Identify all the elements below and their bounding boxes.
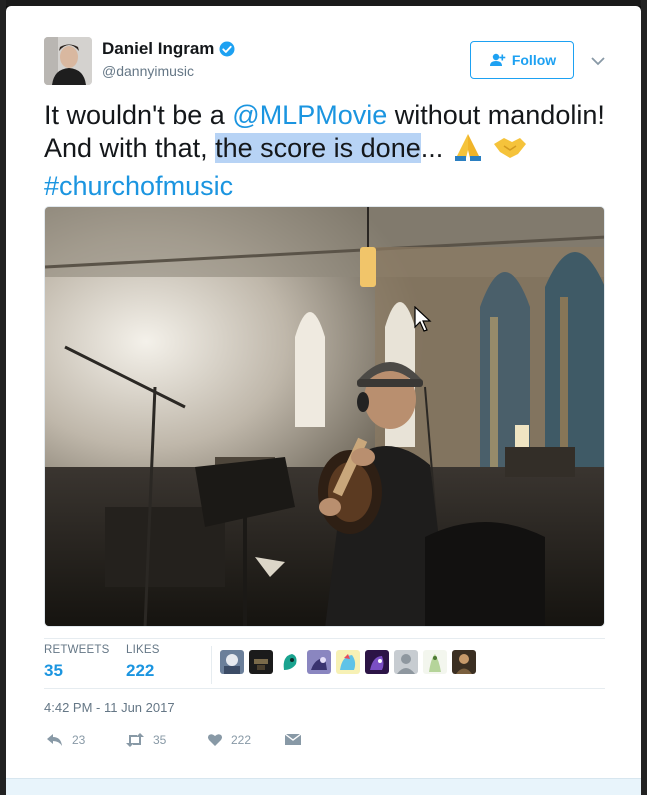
divider (44, 638, 605, 639)
retweets-count[interactable]: 35 (44, 661, 63, 681)
tweet-text: It wouldn't be a @MLPMovie without mando… (44, 99, 614, 203)
retweet-icon (126, 733, 144, 747)
likes-label: LIKES (126, 644, 160, 656)
envelope-icon (285, 733, 301, 745)
stats-separator (211, 646, 212, 684)
heart-icon (208, 734, 222, 746)
tweet-text-part-3: ... (420, 133, 451, 163)
liker-avatar[interactable] (365, 650, 389, 674)
like-count: 222 (231, 733, 252, 747)
folded-hands-icon (451, 132, 485, 170)
follow-button[interactable]: Follow (470, 41, 574, 79)
verified-badge-icon (219, 41, 235, 57)
likes-count[interactable]: 222 (126, 661, 154, 681)
liker-avatar[interactable] (394, 650, 418, 674)
liker-avatar[interactable] (336, 650, 360, 674)
follow-button-label: Follow (511, 52, 557, 68)
divider (44, 688, 605, 689)
background-edge-right (641, 0, 647, 795)
tweet-timestamp[interactable]: 4:42 PM - 11 Jun 2017 (44, 700, 175, 715)
liker-avatars (220, 650, 476, 674)
liker-avatar[interactable] (249, 650, 273, 674)
tweet-photo[interactable] (44, 206, 605, 627)
tweet-card: Daniel Ingram @dannyimusic Follow It wou… (6, 6, 641, 795)
chevron-down-icon[interactable] (591, 56, 605, 66)
liker-avatar[interactable] (220, 650, 244, 674)
liker-avatar[interactable] (307, 650, 331, 674)
liker-avatar[interactable] (278, 650, 302, 674)
author-handle[interactable]: @dannyimusic (102, 63, 194, 79)
like-button[interactable]: 222 (207, 733, 251, 747)
mouse-cursor-icon (414, 306, 432, 332)
hashtag-link[interactable]: #churchofmusic (44, 171, 233, 201)
retweets-label: RETWEETS (44, 644, 110, 656)
handshake-icon (492, 132, 528, 170)
liker-avatar[interactable] (452, 650, 476, 674)
highlighted-text: the score is done (215, 133, 421, 163)
add-user-icon (489, 53, 506, 66)
reply-icon (47, 734, 62, 746)
retweet-count: 35 (153, 733, 167, 747)
mention-link[interactable]: @MLPMovie (232, 100, 387, 130)
tweet-text-part-1: It wouldn't be a (44, 100, 233, 130)
direct-message-button[interactable] (285, 733, 301, 746)
author-name-row: Daniel Ingram (102, 39, 236, 59)
liker-avatar[interactable] (423, 650, 447, 674)
avatar[interactable] (44, 37, 92, 85)
reply-button[interactable]: 23 (46, 733, 85, 747)
card-footer (6, 778, 641, 795)
retweet-button[interactable]: 35 (125, 733, 166, 747)
author-name[interactable]: Daniel Ingram (102, 39, 214, 59)
reply-count: 23 (72, 733, 86, 747)
